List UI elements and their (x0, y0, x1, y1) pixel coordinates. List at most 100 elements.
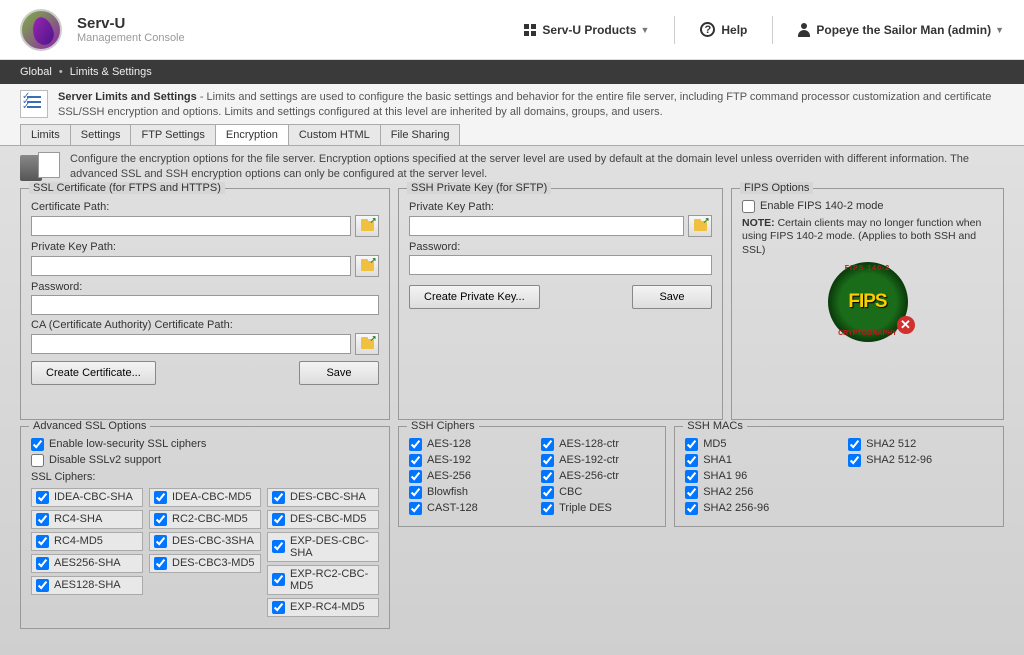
ssh-cipher-label: AES-128-ctr (559, 438, 619, 450)
ssh-cipher-checkbox[interactable] (541, 454, 554, 467)
tab-encryption[interactable]: Encryption (215, 124, 289, 145)
ssl-cipher-checkbox[interactable] (36, 535, 49, 548)
ssl-cipher-item: EXP-RC4-MD5 (267, 598, 379, 617)
ssh-cipher-checkbox[interactable] (541, 438, 554, 451)
ssh-cipher-label: CAST-128 (427, 502, 478, 514)
ssl-cipher-label: IDEA-CBC-SHA (54, 491, 133, 503)
ssl-cipher-col1: IDEA-CBC-SHARC4-SHARC4-MD5AES256-SHAAES1… (31, 485, 143, 620)
app-logo-icon (20, 9, 62, 51)
ssh-cipher-item: AES-192 (409, 454, 523, 467)
help-link[interactable]: ? Help (700, 22, 747, 37)
grid-icon (524, 24, 536, 36)
ssl-priv-key-browse-button[interactable] (355, 255, 379, 277)
breadcrumb-root[interactable]: Global (20, 66, 52, 78)
ssl-cipher-checkbox[interactable] (272, 573, 285, 586)
ssh-mac-item: SHA1 (685, 454, 830, 467)
ssh-private-key-group: SSH Private Key (for SFTP) Private Key P… (398, 188, 723, 420)
cert-path-browse-button[interactable] (355, 215, 379, 237)
ssl-cipher-checkbox[interactable] (36, 491, 49, 504)
ssl-save-button[interactable]: Save (299, 361, 379, 385)
ssl-cipher-checkbox[interactable] (36, 557, 49, 570)
ssh-cipher-checkbox[interactable] (409, 438, 422, 451)
ssh-mac-checkbox[interactable] (685, 470, 698, 483)
tabs: LimitsSettingsFTP SettingsEncryptionCust… (0, 124, 1024, 145)
low-security-ciphers-checkbox[interactable] (31, 438, 44, 451)
ssl-cipher-label: DES-CBC3-MD5 (172, 557, 255, 569)
ssh-mac-item: SHA2 256 (685, 486, 830, 499)
ssh-password-label: Password: (409, 241, 712, 253)
ssh-mac-checkbox[interactable] (685, 454, 698, 467)
fips-note: NOTE: Certain clients may no longer func… (742, 217, 993, 258)
ssl-cipher-item: EXP-DES-CBC-SHA (267, 532, 379, 562)
ssh-mac-checkbox[interactable] (685, 486, 698, 499)
tab-limits[interactable]: Limits (20, 124, 71, 145)
ssh-save-button[interactable]: Save (632, 285, 712, 309)
ssl-priv-key-input[interactable] (31, 256, 351, 276)
ssh-cipher-checkbox[interactable] (409, 454, 422, 467)
ssh-mac-checkbox[interactable] (848, 454, 861, 467)
folder-icon (361, 221, 374, 231)
ssh-password-input[interactable] (409, 255, 712, 275)
tab-file-sharing[interactable]: File Sharing (380, 124, 461, 145)
user-icon (798, 24, 810, 36)
ssl-cipher-checkbox[interactable] (154, 491, 167, 504)
ssl-cipher-label: EXP-DES-CBC-SHA (290, 535, 374, 559)
ssl-cipher-checkbox[interactable] (154, 513, 167, 526)
ssl-cipher-checkbox[interactable] (272, 491, 285, 504)
divider (772, 16, 773, 44)
ssl-cipher-checkbox[interactable] (272, 513, 285, 526)
ssh-cipher-label: AES-192 (427, 454, 471, 466)
ssl-cipher-label: DES-CBC-MD5 (290, 513, 366, 525)
ssh-cipher-checkbox[interactable] (409, 470, 422, 483)
fips-badge-text: FIPS (848, 291, 886, 313)
ssh-cipher-label: Blowfish (427, 486, 468, 498)
ssh-mac-label: SHA1 (703, 454, 732, 466)
ca-path-browse-button[interactable] (355, 333, 379, 355)
ssh-priv-key-browse-button[interactable] (688, 215, 712, 237)
tab-ftp-settings[interactable]: FTP Settings (130, 124, 215, 145)
ca-path-input[interactable] (31, 334, 351, 354)
products-menu[interactable]: Serv-U Products ▼ (524, 23, 649, 37)
disable-sslv2-checkbox[interactable] (31, 454, 44, 467)
create-certificate-button[interactable]: Create Certificate... (31, 361, 156, 385)
enable-fips-checkbox[interactable] (742, 200, 755, 213)
fips-legend: FIPS Options (740, 182, 813, 194)
ssl-password-input[interactable] (31, 295, 379, 315)
ssl-cipher-checkbox[interactable] (36, 513, 49, 526)
ssh-mac-checkbox[interactable] (685, 438, 698, 451)
ssl-cipher-checkbox[interactable] (154, 557, 167, 570)
chevron-down-icon: ▼ (995, 25, 1004, 35)
ssl-cipher-item: DES-CBC-MD5 (267, 510, 379, 529)
ssh-cipher-checkbox[interactable] (541, 486, 554, 499)
ssh-cipher-label: Triple DES (559, 502, 612, 514)
create-private-key-button[interactable]: Create Private Key... (409, 285, 540, 309)
ssh-priv-key-input[interactable] (409, 216, 684, 236)
ssl-cipher-col3: DES-CBC-SHADES-CBC-MD5EXP-DES-CBC-SHAEXP… (267, 485, 379, 620)
ssl-cipher-checkbox[interactable] (154, 535, 167, 548)
ssh-cipher-checkbox[interactable] (541, 470, 554, 483)
cert-path-input[interactable] (31, 216, 351, 236)
low-security-label: Enable low-security SSL ciphers (49, 438, 206, 450)
ssl-cipher-checkbox[interactable] (36, 579, 49, 592)
user-menu[interactable]: Popeye the Sailor Man (admin) ▼ (798, 23, 1004, 37)
ssh-cipher-checkbox[interactable] (409, 486, 422, 499)
ssl-cipher-checkbox[interactable] (272, 601, 285, 614)
ssh-cipher-item: Triple DES (541, 502, 655, 515)
ssh-mac-checkbox[interactable] (685, 502, 698, 515)
adv-ssl-legend: Advanced SSL Options (29, 420, 150, 432)
tab-settings[interactable]: Settings (70, 124, 132, 145)
ssl-cipher-label: RC2-CBC-MD5 (172, 513, 248, 525)
ssh-mac-item: SHA2 512 (848, 438, 993, 451)
ssl-cipher-label: DES-CBC-3SHA (172, 535, 254, 547)
breadcrumb-current: Limits & Settings (70, 66, 152, 78)
tab-custom-html[interactable]: Custom HTML (288, 124, 381, 145)
ssh-mac-item: SHA2 512-96 (848, 454, 993, 467)
ssh-mac-checkbox[interactable] (848, 438, 861, 451)
app-title: Serv-U (77, 15, 185, 32)
ssh-mac-item: MD5 (685, 438, 830, 451)
ssh-cipher-checkbox[interactable] (541, 502, 554, 515)
ssh-cipher-col1: AES-128AES-192AES-256BlowfishCAST-128 (409, 435, 523, 518)
ssh-cipher-checkbox[interactable] (409, 502, 422, 515)
help-label: Help (721, 23, 747, 37)
ssl-cipher-checkbox[interactable] (272, 540, 285, 553)
